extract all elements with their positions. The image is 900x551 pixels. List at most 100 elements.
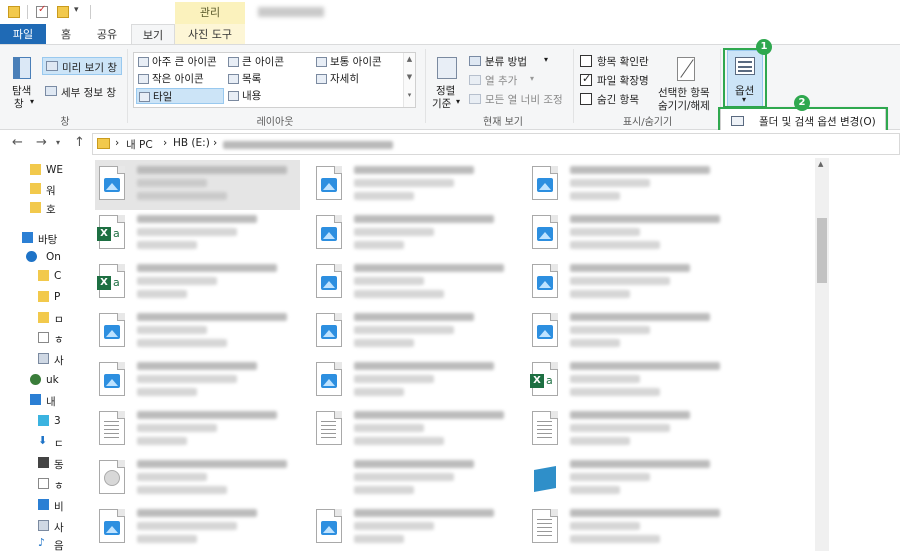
chevron-up-icon[interactable]: ▲ bbox=[404, 55, 415, 63]
file-tile[interactable]: Xa bbox=[95, 209, 300, 259]
picture-icon bbox=[38, 520, 49, 531]
file-tile[interactable] bbox=[312, 258, 517, 308]
file-tile[interactable] bbox=[312, 209, 517, 259]
file-tile[interactable] bbox=[528, 209, 733, 259]
file-name-blurred bbox=[137, 166, 287, 174]
image-file-icon bbox=[316, 215, 344, 249]
step-badge-1: 1 bbox=[756, 39, 772, 55]
chevron-down-icon: ▾ bbox=[544, 55, 549, 64]
add-columns-label: 열 추가 bbox=[485, 75, 518, 87]
layout-large-icons[interactable]: 큰 아이콘 bbox=[226, 54, 314, 70]
hidden-items-checkbox[interactable] bbox=[580, 93, 592, 105]
file-tile[interactable] bbox=[528, 307, 733, 357]
forward-arrow-icon[interactable]: → bbox=[36, 135, 47, 150]
download-icon: ⬇ bbox=[38, 434, 48, 447]
sort-icon bbox=[437, 57, 457, 79]
file-tile[interactable] bbox=[95, 405, 300, 455]
file-tile[interactable] bbox=[95, 307, 300, 357]
file-tile[interactable]: Xa bbox=[528, 356, 733, 406]
chevron-down-icon[interactable]: ▼ bbox=[404, 73, 415, 81]
file-tile[interactable]: Xa bbox=[95, 258, 300, 308]
file-name-blurred bbox=[354, 166, 474, 174]
new-folder-icon[interactable] bbox=[57, 6, 69, 18]
file-name-blurred bbox=[354, 509, 494, 517]
scrollbar-thumb[interactable] bbox=[817, 218, 827, 283]
folder-icon bbox=[38, 312, 49, 323]
file-tile[interactable] bbox=[312, 160, 517, 210]
layout-small-icons[interactable]: 작은 아이콘 bbox=[136, 71, 226, 87]
layout-medium-icons[interactable]: 보통 아이콘 bbox=[314, 54, 402, 70]
chevron-down-icon: ▾ bbox=[530, 74, 535, 83]
file-name-blurred bbox=[570, 215, 720, 223]
tab-view[interactable]: 보기 bbox=[131, 24, 175, 45]
layout-gallery-scroll[interactable]: ▲ ▼ ▾ bbox=[403, 53, 415, 107]
file-tile[interactable] bbox=[528, 503, 733, 551]
expand-gallery-icon[interactable]: ▾ bbox=[404, 91, 415, 99]
chevron-down-icon: ▾ bbox=[30, 97, 35, 106]
folder-icon[interactable] bbox=[8, 6, 20, 18]
up-arrow-icon[interactable]: ↑ bbox=[74, 135, 85, 150]
tiles-icon bbox=[139, 92, 150, 102]
tab-file[interactable]: 파일 bbox=[0, 24, 46, 45]
file-tile[interactable] bbox=[312, 307, 517, 357]
back-arrow-icon[interactable]: ← bbox=[12, 135, 23, 150]
file-tile[interactable] bbox=[528, 405, 733, 455]
add-columns-button[interactable]: 열 추가 ▾ bbox=[468, 73, 558, 89]
file-tile[interactable] bbox=[528, 160, 733, 210]
file-extensions-label[interactable]: 파일 확장명 bbox=[597, 73, 649, 88]
file-tile[interactable] bbox=[95, 454, 300, 504]
item-checkboxes-label[interactable]: 항목 확인란 bbox=[597, 54, 649, 69]
file-extensions-checkbox[interactable] bbox=[580, 72, 592, 86]
file-tile[interactable] bbox=[312, 454, 517, 504]
file-tile[interactable] bbox=[312, 405, 517, 455]
file-name-blurred bbox=[137, 486, 227, 494]
address-bar[interactable]: › 내 PC › HB (E:) › bbox=[92, 133, 900, 155]
layout-extra-large-icons[interactable]: 아주 큰 아이콘 bbox=[136, 54, 226, 70]
excel-file-icon: Xa bbox=[97, 264, 127, 298]
file-tile[interactable] bbox=[312, 503, 517, 551]
group-by-icon bbox=[469, 56, 481, 66]
layout-details[interactable]: 자세히 bbox=[314, 71, 402, 87]
file-name-blurred bbox=[570, 424, 670, 432]
layout-tiles[interactable]: 타일 bbox=[136, 88, 224, 104]
file-name-blurred bbox=[354, 339, 414, 347]
file-tile[interactable] bbox=[95, 356, 300, 406]
fit-columns-button[interactable]: 모든 열 너비 조정 bbox=[468, 92, 568, 108]
nav-pane-label-2: 창 bbox=[14, 98, 24, 110]
sort-by-button[interactable]: 정렬 기준 ▾ bbox=[430, 53, 464, 111]
scroll-up-icon[interactable]: ▲ bbox=[818, 160, 823, 168]
nav-pane-button[interactable]: 탐색 창 ▾ bbox=[6, 53, 40, 110]
preview-pane-button[interactable]: 미리 보기 창 bbox=[42, 57, 122, 75]
file-name-blurred bbox=[570, 460, 710, 468]
file-tile[interactable] bbox=[528, 258, 733, 308]
file-name-blurred bbox=[570, 411, 690, 419]
tab-share[interactable]: 공유 bbox=[88, 24, 126, 45]
file-tile[interactable] bbox=[95, 503, 300, 551]
hide-selected-button[interactable]: 선택한 항목 숨기기/해제 bbox=[655, 53, 717, 112]
breadcrumb-this-pc[interactable]: 내 PC bbox=[126, 137, 153, 152]
layout-content[interactable]: 내용 bbox=[226, 88, 314, 104]
file-tile[interactable] bbox=[528, 454, 733, 504]
file-name-blurred bbox=[354, 215, 494, 223]
hidden-items-label[interactable]: 숨긴 항목 bbox=[597, 92, 639, 107]
group-by-button[interactable]: 분류 방법 ▾ bbox=[468, 54, 558, 70]
image-file-icon bbox=[316, 166, 344, 200]
tab-home[interactable]: 홈 bbox=[50, 24, 82, 45]
file-name-blurred bbox=[570, 228, 640, 236]
breadcrumb-drive[interactable]: HB (E:) bbox=[173, 137, 210, 149]
vertical-scrollbar[interactable]: ▲ bbox=[815, 158, 829, 551]
properties-icon[interactable]: ✓ bbox=[36, 4, 48, 18]
text-file-icon bbox=[99, 411, 127, 445]
title-bar: ✓ ▾ 관리 bbox=[0, 0, 900, 25]
layout-list[interactable]: 목록 bbox=[226, 71, 314, 87]
disc-image-icon bbox=[99, 460, 127, 494]
item-checkboxes-checkbox[interactable] bbox=[580, 55, 592, 67]
file-tile[interactable] bbox=[312, 356, 517, 406]
file-name-blurred bbox=[570, 509, 720, 517]
recent-locations-icon[interactable]: ▾ bbox=[56, 138, 60, 147]
details-pane-button[interactable]: 세부 정보 창 bbox=[42, 83, 122, 101]
tab-picture-tools[interactable]: 사진 도구 bbox=[175, 24, 245, 45]
customize-qat-icon[interactable]: ▾ bbox=[74, 5, 79, 15]
file-tile[interactable] bbox=[95, 160, 300, 210]
breadcrumb-folder[interactable] bbox=[223, 141, 393, 149]
